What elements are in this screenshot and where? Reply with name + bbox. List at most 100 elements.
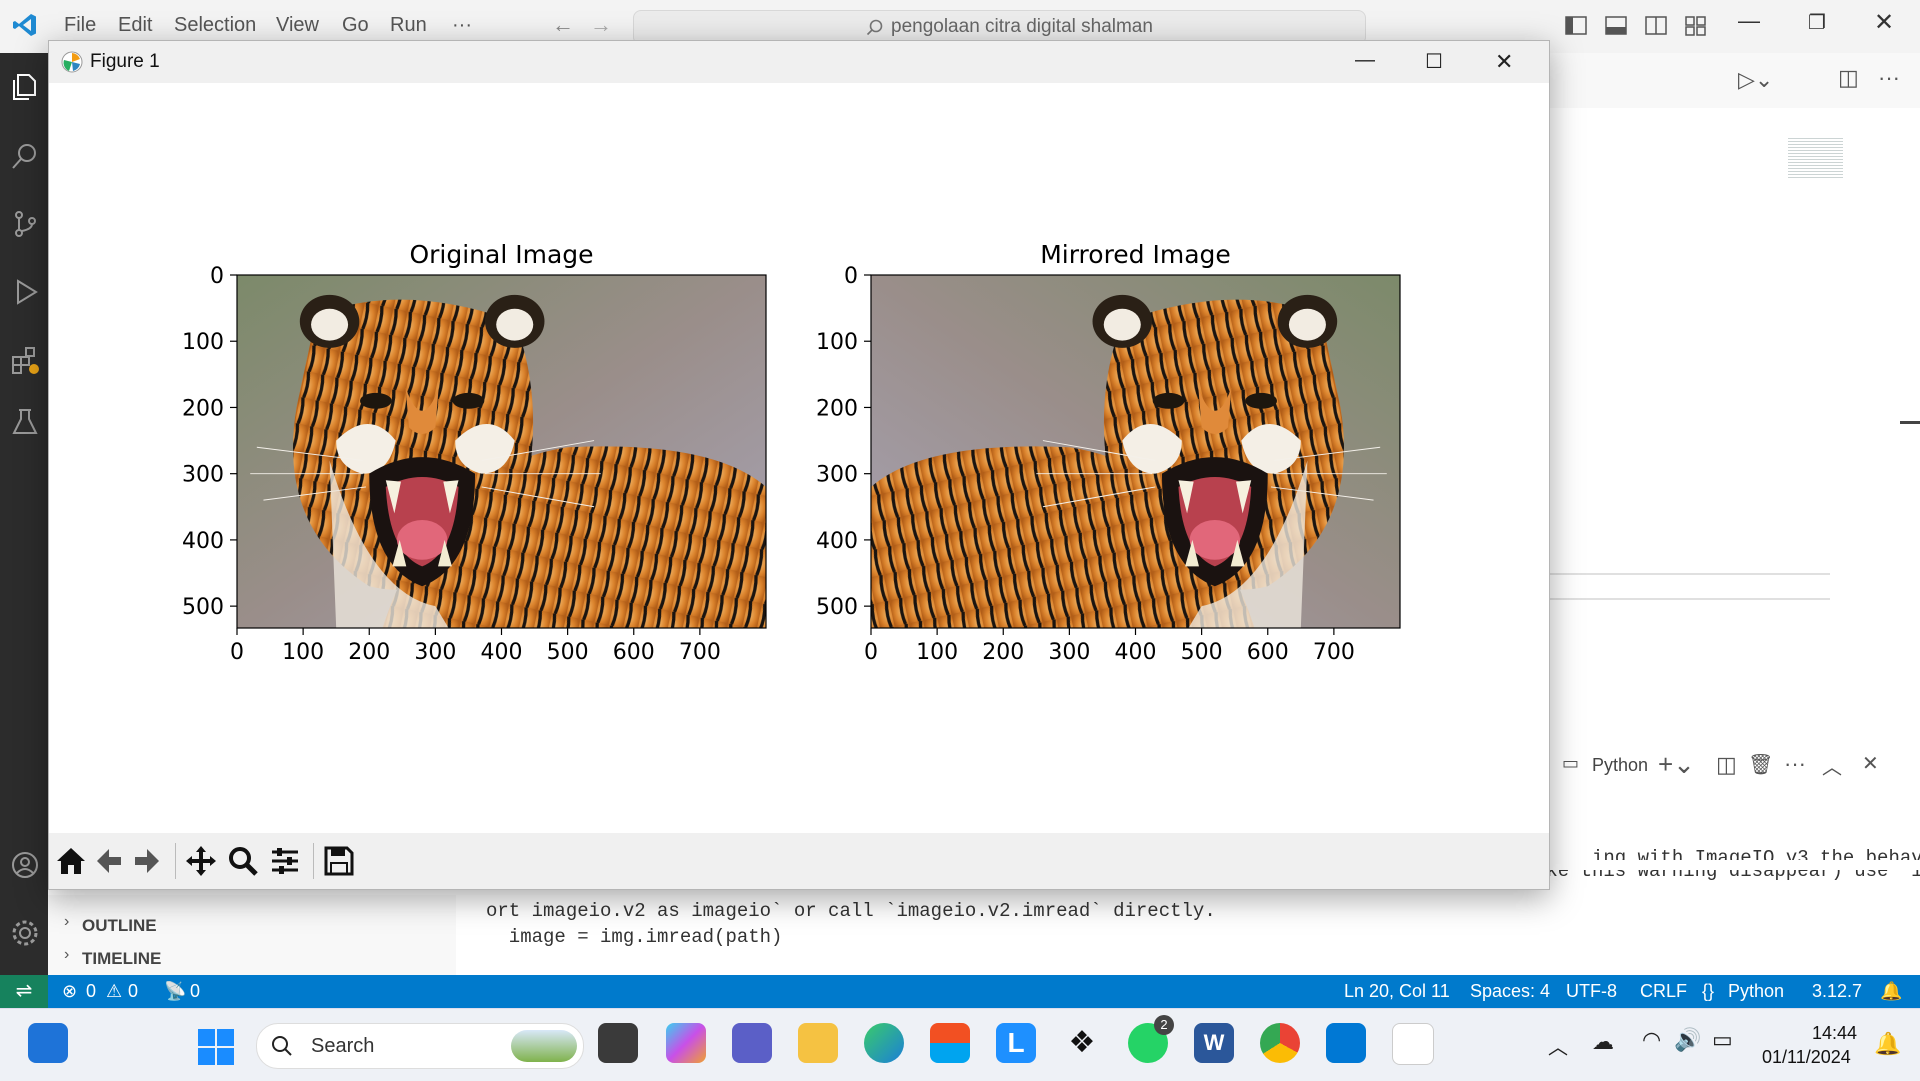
indentation[interactable]: Spaces: 4 xyxy=(1470,981,1550,1002)
new-terminal-icon[interactable]: +⌄ xyxy=(1658,749,1695,780)
accounts-icon[interactable] xyxy=(10,850,40,880)
panel-tab-python[interactable]: Python xyxy=(1592,755,1648,776)
close-icon[interactable]: ✕ xyxy=(1874,8,1894,37)
editor-tabbar xyxy=(1548,53,1920,108)
maximize-panel-icon[interactable]: ︿ xyxy=(1822,751,1842,780)
y-tick-label: 400 xyxy=(182,529,224,554)
menu-more[interactable]: ··· xyxy=(452,14,472,37)
minimize-icon[interactable]: — xyxy=(1738,8,1760,34)
dropbox-icon[interactable]: ❖ xyxy=(1062,1023,1102,1063)
file-explorer-icon[interactable] xyxy=(798,1023,838,1063)
menu-file[interactable]: File xyxy=(64,14,96,37)
restore-icon[interactable]: ❐ xyxy=(1808,10,1826,35)
figure-minimize-icon[interactable]: — xyxy=(1355,49,1395,75)
figure-canvas[interactable]: Original Image 0 100 200 300 400 500 600 700 0 100… xyxy=(49,83,1549,833)
more-actions-icon[interactable]: ··· xyxy=(1878,65,1900,91)
x-tick-label: 100 xyxy=(916,640,958,665)
extensions-icon[interactable] xyxy=(10,345,40,375)
encoding[interactable]: UTF-8 xyxy=(1566,981,1617,1002)
trash-icon[interactable]: 🗑 xyxy=(1748,752,1773,777)
clock-date[interactable]: 01/11/2024 xyxy=(1762,1047,1851,1068)
run-icon[interactable]: ▷⌄ xyxy=(1738,67,1773,93)
back-icon[interactable] xyxy=(93,845,125,877)
clock-time[interactable]: 14:44 xyxy=(1812,1023,1857,1044)
figure-close-icon[interactable]: ✕ xyxy=(1495,49,1535,75)
split-editor-icon[interactable]: ◫ xyxy=(1838,65,1859,91)
vscode-taskbar-icon[interactable] xyxy=(1326,1023,1366,1063)
sidebar-section-outline[interactable]: OUTLINE xyxy=(82,916,157,936)
settings-gear-icon[interactable] xyxy=(10,918,40,948)
x-tick-label: 200 xyxy=(982,640,1024,665)
save-icon[interactable] xyxy=(323,845,355,877)
divider-line xyxy=(1548,573,1830,575)
forward-nav-icon[interactable]: → xyxy=(590,12,612,38)
search-icon[interactable] xyxy=(10,141,40,171)
menu-go[interactable]: Go xyxy=(342,14,369,37)
chrome-icon[interactable] xyxy=(1260,1023,1300,1063)
sidebar-sections: › OUTLINE › TIMELINE xyxy=(48,895,457,975)
menu-view[interactable]: View xyxy=(276,14,319,37)
figure-titlebar[interactable]: Figure 1 — ☐ ✕ xyxy=(49,41,1549,83)
testing-icon[interactable] xyxy=(10,407,40,437)
close-panel-icon[interactable]: ✕ xyxy=(1862,751,1879,776)
show-hidden-icons[interactable]: ︿ xyxy=(1548,1031,1568,1060)
copilot-icon[interactable] xyxy=(666,1023,706,1063)
word-icon[interactable]: W xyxy=(1194,1023,1234,1063)
menu-selection[interactable]: Selection xyxy=(174,14,256,37)
edge-icon[interactable] xyxy=(864,1023,904,1063)
menu-edit[interactable]: Edit xyxy=(118,14,152,37)
source-control-icon[interactable] xyxy=(10,209,40,239)
battery-icon[interactable]: ▭ xyxy=(1712,1027,1733,1053)
notifications-bell-icon[interactable]: 🔔 xyxy=(1880,981,1902,1002)
tiger-image xyxy=(237,275,766,628)
line-ending[interactable]: CRLF xyxy=(1640,981,1687,1002)
errors-icon[interactable]: ⊗ xyxy=(62,981,77,1002)
language-mode[interactable]: Python xyxy=(1728,981,1784,1002)
terminal-icon: ▭ xyxy=(1562,753,1580,773)
store-icon[interactable] xyxy=(930,1023,970,1063)
warning-count[interactable]: 0 xyxy=(128,981,138,1002)
image-panel xyxy=(237,275,766,628)
y-tick-label: 400 xyxy=(816,529,858,554)
x-tick-label: 100 xyxy=(282,640,324,665)
forward-icon[interactable] xyxy=(131,845,163,877)
ports-icon[interactable]: 📡 xyxy=(164,981,186,1002)
layout-toggle-icons[interactable] xyxy=(1564,14,1714,38)
zoom-icon[interactable] xyxy=(227,845,259,877)
widgets-icon[interactable] xyxy=(28,1023,68,1063)
braces-icon: {} xyxy=(1702,981,1715,1001)
back-nav-icon[interactable]: ← xyxy=(552,12,574,38)
cursor-position[interactable]: Ln 20, Col 11 xyxy=(1344,981,1450,1002)
figure-maximize-icon[interactable]: ☐ xyxy=(1425,49,1465,75)
configure-subplots-icon[interactable] xyxy=(269,845,301,877)
ports-count[interactable]: 0 xyxy=(190,981,200,1002)
python-version[interactable]: 3.12.7 xyxy=(1812,981,1862,1002)
remote-indicator[interactable]: ⇌ xyxy=(0,975,48,1008)
whatsapp-icon[interactable]: 2 xyxy=(1128,1015,1174,1063)
run-debug-icon[interactable] xyxy=(10,277,40,307)
warning-icon[interactable]: ⚠ xyxy=(106,981,122,1002)
onedrive-icon[interactable]: ☁ xyxy=(1592,1029,1614,1055)
status-bar: ⇌ ⊗ 0 ⚠ 0 📡 0 Ln 20, Col 11 Spaces: 4 UT… xyxy=(0,975,1920,1008)
explorer-icon[interactable] xyxy=(10,71,40,101)
figure-toolbar xyxy=(49,833,1549,889)
wifi-icon[interactable]: ◠ xyxy=(1642,1027,1661,1053)
tiger-image xyxy=(871,275,1400,628)
pan-icon[interactable] xyxy=(185,845,217,877)
split-terminal-icon[interactable]: ◫ xyxy=(1716,752,1737,778)
l-app-icon[interactable]: L xyxy=(996,1023,1036,1063)
sidebar-section-timeline[interactable]: TIMELINE xyxy=(82,949,161,969)
x-tick-label: 400 xyxy=(481,640,523,665)
start-icon[interactable] xyxy=(198,1029,234,1065)
home-icon[interactable] xyxy=(55,845,87,877)
panel-more-icon[interactable]: ··· xyxy=(1784,751,1806,777)
task-view-icon[interactable] xyxy=(598,1023,638,1063)
menu-run[interactable]: Run xyxy=(390,14,427,37)
python-figure-taskbar-icon[interactable] xyxy=(1392,1023,1434,1065)
volume-icon[interactable]: 🔊 xyxy=(1674,1027,1701,1053)
taskbar-search-box[interactable]: Search xyxy=(256,1023,584,1069)
notification-bell-icon[interactable]: 🔔 xyxy=(1874,1031,1901,1057)
teams-icon[interactable] xyxy=(732,1023,772,1063)
image-panel xyxy=(871,275,1400,628)
error-count[interactable]: 0 xyxy=(86,981,96,1002)
